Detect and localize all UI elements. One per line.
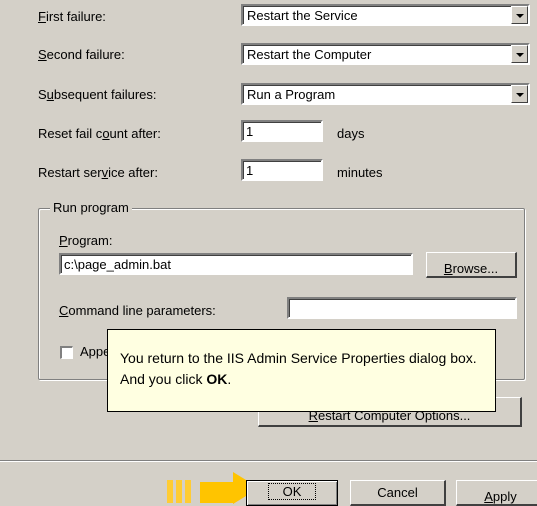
dialog-separator: [0, 460, 537, 462]
tooltip-end: .: [227, 371, 232, 387]
apply-button[interactable]: Apply: [456, 480, 537, 506]
subsequent-failures-value: Run a Program: [247, 87, 336, 102]
reset-fail-count-value: 1: [246, 124, 254, 139]
ok-button[interactable]: OK: [246, 480, 338, 506]
reset-fail-count-label: Reset fail count after:: [38, 126, 161, 141]
tutorial-tooltip: You return to the IIS Admin Service Prop…: [107, 329, 496, 412]
tooltip-text: You return to the IIS Admin Service Prop…: [120, 350, 477, 387]
append-checkbox[interactable]: [60, 346, 73, 359]
program-label: Program:: [59, 233, 113, 248]
program-input[interactable]: c:\page_admin.bat: [59, 253, 413, 275]
restart-service-label: Restart service after:: [38, 165, 158, 180]
reset-fail-count-unit: days: [337, 126, 365, 141]
second-failure-value: Restart the Computer: [247, 47, 372, 62]
restart-service-value: 1: [246, 163, 254, 178]
reset-fail-count-input[interactable]: 1: [241, 120, 323, 142]
tooltip-bold: OK: [206, 371, 228, 387]
run-program-title: Run program: [50, 200, 132, 215]
subsequent-failures-combo[interactable]: Run a Program: [241, 83, 530, 105]
second-failure-combo[interactable]: Restart the Computer: [241, 43, 530, 65]
first-failure-value: Restart the Service: [247, 8, 358, 23]
second-failure-label: Second failure:: [38, 47, 125, 62]
subsequent-failures-label: Subsequent failures:: [38, 87, 157, 102]
browse-button[interactable]: Browse...: [426, 252, 517, 278]
first-failure-combo[interactable]: Restart the Service: [241, 4, 530, 26]
first-failure-label: First failure:: [38, 9, 106, 24]
command-line-input[interactable]: [287, 297, 517, 319]
restart-service-unit: minutes: [337, 165, 383, 180]
dropdown-arrow-icon[interactable]: [511, 45, 528, 63]
pointer-arrow-stem: [200, 482, 234, 503]
program-value: c:\page_admin.bat: [64, 257, 171, 272]
command-line-label: Command line parameters:: [59, 303, 216, 318]
dropdown-arrow-icon[interactable]: [511, 6, 528, 24]
cancel-button[interactable]: Cancel: [350, 480, 446, 506]
dropdown-arrow-icon[interactable]: [511, 85, 528, 103]
restart-service-input[interactable]: 1: [241, 159, 323, 181]
append-label: Appe: [80, 344, 111, 359]
